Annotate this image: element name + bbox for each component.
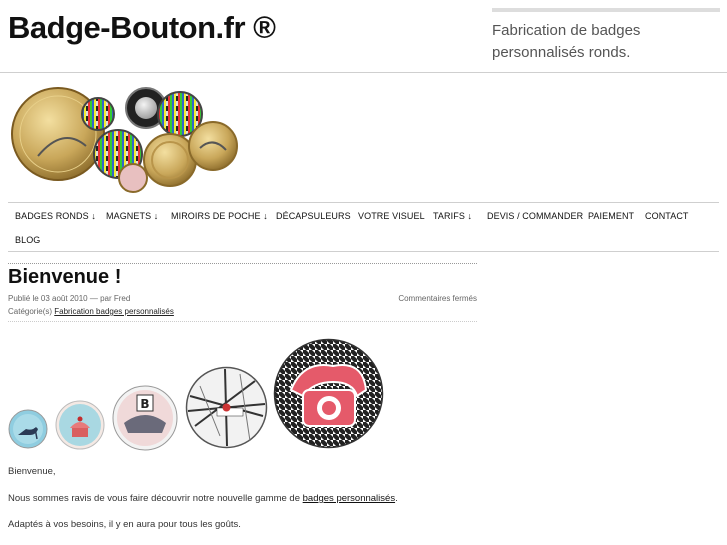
- intro-paragraph: Nous sommes ravis de vous faire découvri…: [8, 493, 398, 504]
- telephone-badge: [273, 338, 384, 449]
- greeting-text: Bienvenue,: [8, 466, 56, 477]
- nav-item-blog[interactable]: BLOG: [15, 235, 40, 245]
- nav-item-tarifs[interactable]: TARIFS ↓: [433, 211, 472, 221]
- badge-collection-image: [11, 87, 238, 193]
- svg-text:B: B: [140, 397, 149, 411]
- post-title[interactable]: Bienvenue !: [8, 266, 121, 289]
- shoe-badge: [8, 409, 48, 449]
- cupcake-badge: [55, 400, 105, 450]
- nav-item-miroirs-de-poche[interactable]: MIROIRS DE POCHE ↓: [171, 211, 268, 221]
- nav-item-badges-ronds[interactable]: BADGES RONDS ↓: [15, 211, 96, 221]
- site-title[interactable]: Badge-Bouton.fr ®: [8, 10, 276, 46]
- category-link[interactable]: Fabrication badges personnalisés: [54, 307, 174, 316]
- nav-item-devis-commander[interactable]: DEVIS / COMMANDER: [487, 211, 583, 221]
- nav-item-contact[interactable]: CONTACT: [645, 211, 689, 221]
- nav-item-decapsuleurs[interactable]: DÉCAPSULEURS: [276, 211, 351, 221]
- tagline-block: Fabrication de badges personnalisés rond…: [492, 8, 720, 64]
- nav-item-paiement[interactable]: PAIEMENT: [588, 211, 634, 221]
- meta-divider: [8, 321, 477, 322]
- category-prefix: Catégorie(s): [8, 307, 53, 316]
- nav-item-magnets[interactable]: MAGNETS ↓: [106, 211, 158, 221]
- nav-item-votre-visuel[interactable]: VOTRE VISUEL: [358, 211, 425, 221]
- post-meta: Publié le 03 août 2010 — par Fred: [8, 294, 131, 303]
- comments-status: Commentaires fermés: [398, 294, 477, 303]
- adapted-paragraph: Adaptés à vos besoins, il y en aura pour…: [8, 519, 241, 530]
- tagline: Fabrication de badges personnalisés rond…: [492, 22, 641, 61]
- main-nav: BADGES RONDS ↓ MAGNETS ↓ MIROIRS DE POCH…: [8, 202, 719, 252]
- intro-text: Nous sommes ravis de vous faire découvri…: [8, 493, 300, 504]
- post-category: Catégorie(s) Fabrication badges personna…: [8, 307, 174, 316]
- bastille-map-badge: [185, 366, 268, 449]
- letter-b-badge: B: [112, 385, 178, 451]
- post-divider: [8, 263, 477, 264]
- header-divider: [0, 72, 727, 73]
- badges-personnalises-link[interactable]: badges personnalisés: [303, 493, 395, 504]
- intro-suffix: .: [395, 493, 398, 504]
